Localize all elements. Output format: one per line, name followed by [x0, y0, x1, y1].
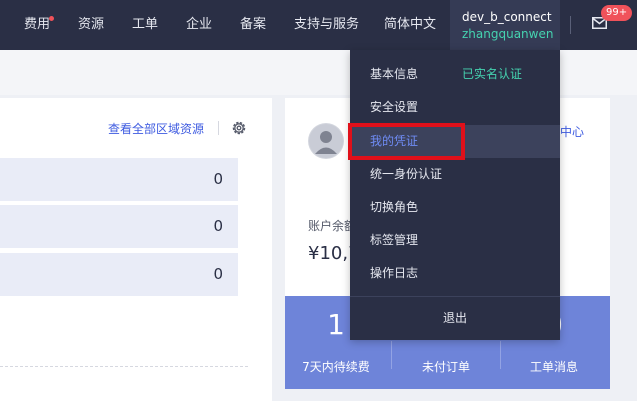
nav-tickets[interactable]: 工单 — [132, 0, 158, 50]
nav-resources[interactable]: 资源 — [78, 0, 104, 50]
stat-label: 7天内待续费 — [302, 360, 370, 374]
divider — [218, 121, 219, 135]
nav-icp-filing[interactable]: 备案 — [240, 0, 266, 50]
verified-status: 已实名认证 — [462, 67, 523, 81]
gear-icon[interactable] — [231, 120, 247, 136]
divider — [0, 366, 248, 367]
balance-label: 账户余额 — [308, 219, 357, 233]
menu-item-switch-role[interactable]: 切换角色 — [350, 191, 560, 224]
menu-item-identity-auth[interactable]: 统一身份认证 — [350, 158, 560, 191]
menu-item-security-settings[interactable]: 安全设置 — [350, 91, 560, 124]
stat-label: 工单消息 — [529, 360, 578, 374]
billing-notification-dot — [49, 16, 54, 21]
menu-item-operation-log[interactable]: 操作日志 — [350, 257, 560, 290]
resource-row[interactable]: 0 — [0, 253, 238, 296]
account-id: zhangquanwen — [462, 27, 554, 41]
nav-billing[interactable]: 费用 — [24, 0, 50, 50]
highlight-annotation-box — [348, 123, 465, 160]
resource-count: 0 — [213, 217, 223, 235]
language-selector[interactable]: 简体中文 — [384, 0, 436, 50]
center-link[interactable]: 中心 — [560, 123, 584, 140]
resource-count: 0 — [213, 265, 223, 283]
nav-enterprise[interactable]: 企业 — [186, 0, 212, 50]
resource-count: 0 — [213, 170, 223, 188]
username: dev_b_connect — [462, 10, 552, 24]
resource-row[interactable]: 0 — [0, 205, 238, 248]
stat-label: 未付订单 — [421, 360, 470, 374]
menu-item-tag-management[interactable]: 标签管理 — [350, 224, 560, 257]
avatar[interactable] — [308, 123, 344, 159]
notification-count-badge: 99+ — [601, 5, 633, 21]
user-account-menu-trigger[interactable]: dev_b_connect zhangquanwen — [450, 0, 560, 50]
nav-support[interactable]: 支持与服务 — [294, 0, 359, 50]
resource-row[interactable]: 0 — [0, 158, 238, 201]
divider — [570, 16, 571, 34]
logout-button[interactable]: 退出 — [350, 302, 560, 335]
view-all-region-resources-link[interactable]: 查看全部区域资源 — [108, 120, 204, 137]
resource-overview-panel — [0, 98, 272, 401]
menu-item-basic-info[interactable]: 基本信息 — [350, 58, 560, 91]
divider — [350, 296, 560, 297]
user-avatar-icon — [309, 124, 343, 158]
